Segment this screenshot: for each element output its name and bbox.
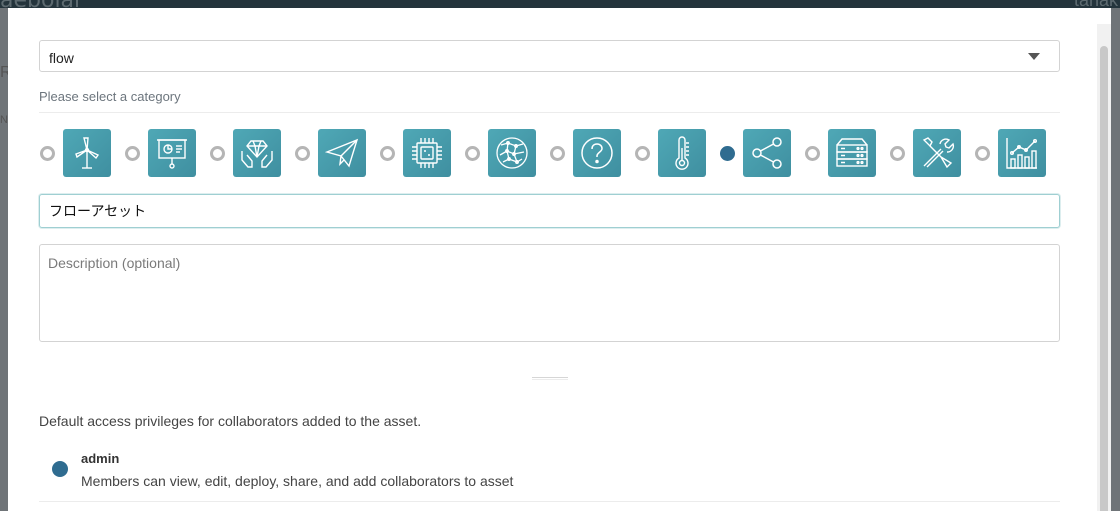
category-radio[interactable]: [635, 146, 650, 161]
cpu-chip-icon[interactable]: [403, 129, 451, 177]
thermometer-icon[interactable]: [658, 129, 706, 177]
privilege-role-name: admin: [81, 451, 120, 466]
category-radio[interactable]: [465, 146, 480, 161]
category-option-4[interactable]: [295, 129, 380, 177]
category-option-2[interactable]: [125, 129, 210, 177]
category-option-11[interactable]: [890, 129, 975, 177]
globe-network-icon[interactable]: [488, 129, 536, 177]
category-option-9[interactable]: [720, 129, 805, 177]
share-nodes-icon[interactable]: [743, 129, 791, 177]
category-radio[interactable]: [380, 146, 395, 161]
scrollbar[interactable]: [1097, 24, 1111, 511]
divider: [39, 112, 1060, 113]
category-option-6[interactable]: [465, 129, 550, 177]
presentation-board-icon[interactable]: [148, 129, 196, 177]
category-option-7[interactable]: [550, 129, 635, 177]
category-radio[interactable]: [210, 146, 225, 161]
category-radio[interactable]: [975, 146, 990, 161]
category-option-3[interactable]: [210, 129, 295, 177]
chevron-down-icon: [1028, 53, 1040, 60]
template-select-value: flow: [49, 50, 74, 66]
description-textarea[interactable]: [39, 244, 1060, 342]
category-radio[interactable]: [805, 146, 820, 161]
paper-plane-icon[interactable]: [318, 129, 366, 177]
server-rack-icon[interactable]: [828, 129, 876, 177]
category-radio[interactable]: [550, 146, 565, 161]
privilege-role-description: Members can view, edit, deploy, share, a…: [81, 473, 514, 489]
resize-handle[interactable]: [532, 377, 568, 380]
background-text-n: N: [0, 114, 8, 126]
category-radio[interactable]: [125, 146, 140, 161]
chart-growth-icon[interactable]: [998, 129, 1046, 177]
create-asset-modal: flow Please select a category フローアセット De…: [8, 8, 1111, 511]
category-picker: [40, 129, 1060, 177]
category-radio[interactable]: [295, 146, 310, 161]
divider: [39, 501, 1060, 502]
wrench-screwdriver-icon[interactable]: [913, 129, 961, 177]
diamond-hands-icon[interactable]: [233, 129, 281, 177]
asset-name-input[interactable]: [39, 194, 1060, 228]
scrollbar-thumb[interactable]: [1100, 46, 1108, 511]
category-option-10[interactable]: [805, 129, 890, 177]
category-radio[interactable]: [40, 146, 55, 161]
wind-turbine-icon[interactable]: [63, 129, 111, 177]
category-option-8[interactable]: [635, 129, 720, 177]
privileges-label: Default access privileges for collaborat…: [39, 413, 422, 429]
template-select[interactable]: flow: [39, 40, 1060, 72]
category-option-1[interactable]: [40, 129, 125, 177]
app-header-bar: [0, 0, 1120, 8]
category-radio-selected[interactable]: [720, 146, 735, 161]
category-label: Please select a category: [39, 89, 181, 104]
category-radio[interactable]: [890, 146, 905, 161]
privilege-radio-admin[interactable]: [52, 461, 68, 477]
category-option-12[interactable]: [975, 129, 1060, 177]
category-option-5[interactable]: [380, 129, 465, 177]
question-mark-icon[interactable]: [573, 129, 621, 177]
